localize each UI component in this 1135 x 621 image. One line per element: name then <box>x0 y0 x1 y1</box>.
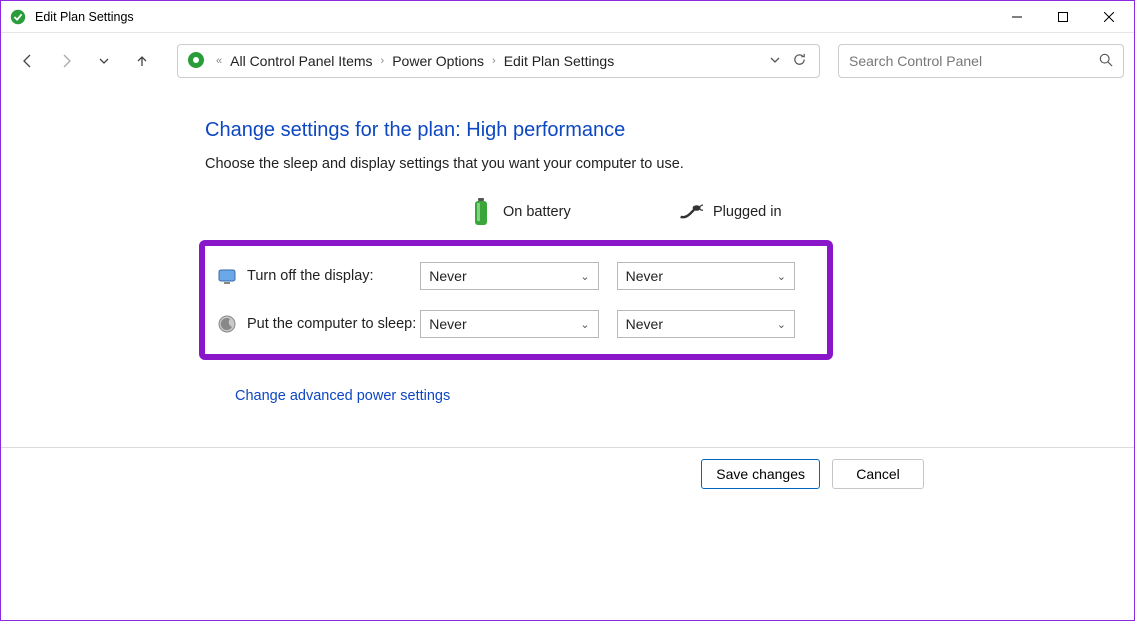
window-title: Edit Plan Settings <box>35 10 994 24</box>
search-icon[interactable] <box>1099 53 1113 70</box>
address-bar[interactable]: « All Control Panel Items › Power Option… <box>177 44 820 78</box>
dropdown-display-battery[interactable]: Never ⌄ <box>420 262 598 290</box>
up-button[interactable] <box>133 52 151 70</box>
close-button[interactable] <box>1086 1 1132 32</box>
dropdown-value: Never <box>429 268 466 284</box>
sleep-icon <box>217 314 237 334</box>
main-content: Change settings for the plan: High perfo… <box>1 89 1134 405</box>
footer-bar: Save changes Cancel <box>1 447 1134 499</box>
column-label-battery: On battery <box>503 204 571 220</box>
nav-arrows <box>19 52 151 70</box>
advanced-power-settings-link[interactable]: Change advanced power settings <box>235 388 450 404</box>
chevron-right-icon: › <box>488 55 500 67</box>
page-subtext: Choose the sleep and display settings th… <box>205 156 1104 172</box>
app-icon <box>9 8 27 26</box>
maximize-button[interactable] <box>1040 1 1086 32</box>
display-icon <box>217 266 237 286</box>
window-controls <box>994 1 1132 32</box>
plug-icon <box>679 198 703 226</box>
navigation-row: « All Control Panel Items › Power Option… <box>1 33 1134 89</box>
dropdown-display-plugged[interactable]: Never ⌄ <box>617 262 795 290</box>
dropdown-value: Never <box>626 268 663 284</box>
minimize-button[interactable] <box>994 1 1040 32</box>
row-sleep: Put the computer to sleep: Never ⌄ Never… <box>217 310 813 338</box>
forward-button[interactable] <box>57 52 75 70</box>
column-on-battery: On battery <box>469 198 679 226</box>
chevron-down-icon: ⌄ <box>777 270 786 283</box>
highlighted-settings-box: Turn off the display: Never ⌄ Never ⌄ Pu… <box>199 240 833 360</box>
address-dropdown[interactable] <box>763 53 787 69</box>
refresh-button[interactable] <box>787 52 811 70</box>
recent-dropdown[interactable] <box>95 52 113 70</box>
dropdown-value: Never <box>429 316 466 332</box>
save-button[interactable]: Save changes <box>701 459 820 489</box>
titlebar: Edit Plan Settings <box>1 1 1134 33</box>
cancel-button[interactable]: Cancel <box>832 459 924 489</box>
row-label-display: Turn off the display: <box>217 266 420 286</box>
chevron-down-icon: ⌄ <box>580 318 589 331</box>
breadcrumb-item-1[interactable]: All Control Panel Items <box>226 53 376 69</box>
dropdown-sleep-battery[interactable]: Never ⌄ <box>420 310 598 338</box>
dropdown-value: Never <box>626 316 663 332</box>
battery-icon <box>469 198 493 226</box>
label-put-to-sleep: Put the computer to sleep: <box>247 316 416 332</box>
control-panel-icon <box>186 50 206 73</box>
chevron-down-icon: ⌄ <box>580 270 589 283</box>
columns-header: On battery Plugged in <box>469 198 1104 226</box>
dropdown-sleep-plugged[interactable]: Never ⌄ <box>617 310 795 338</box>
breadcrumb-item-2[interactable]: Power Options <box>388 53 488 69</box>
label-turn-off-display: Turn off the display: <box>247 268 374 284</box>
breadcrumb-item-3[interactable]: Edit Plan Settings <box>500 53 619 69</box>
page-heading: Change settings for the plan: High perfo… <box>205 119 1104 142</box>
search-input[interactable] <box>849 53 1099 69</box>
chevron-down-icon: ⌄ <box>777 318 786 331</box>
breadcrumb-back-icon[interactable]: « <box>212 55 226 67</box>
chevron-right-icon: › <box>377 55 389 67</box>
row-display: Turn off the display: Never ⌄ Never ⌄ <box>217 262 813 290</box>
back-button[interactable] <box>19 52 37 70</box>
search-box[interactable] <box>838 44 1124 78</box>
column-plugged-in: Plugged in <box>679 198 889 226</box>
column-label-plugged: Plugged in <box>713 204 782 220</box>
row-label-sleep: Put the computer to sleep: <box>217 314 420 334</box>
